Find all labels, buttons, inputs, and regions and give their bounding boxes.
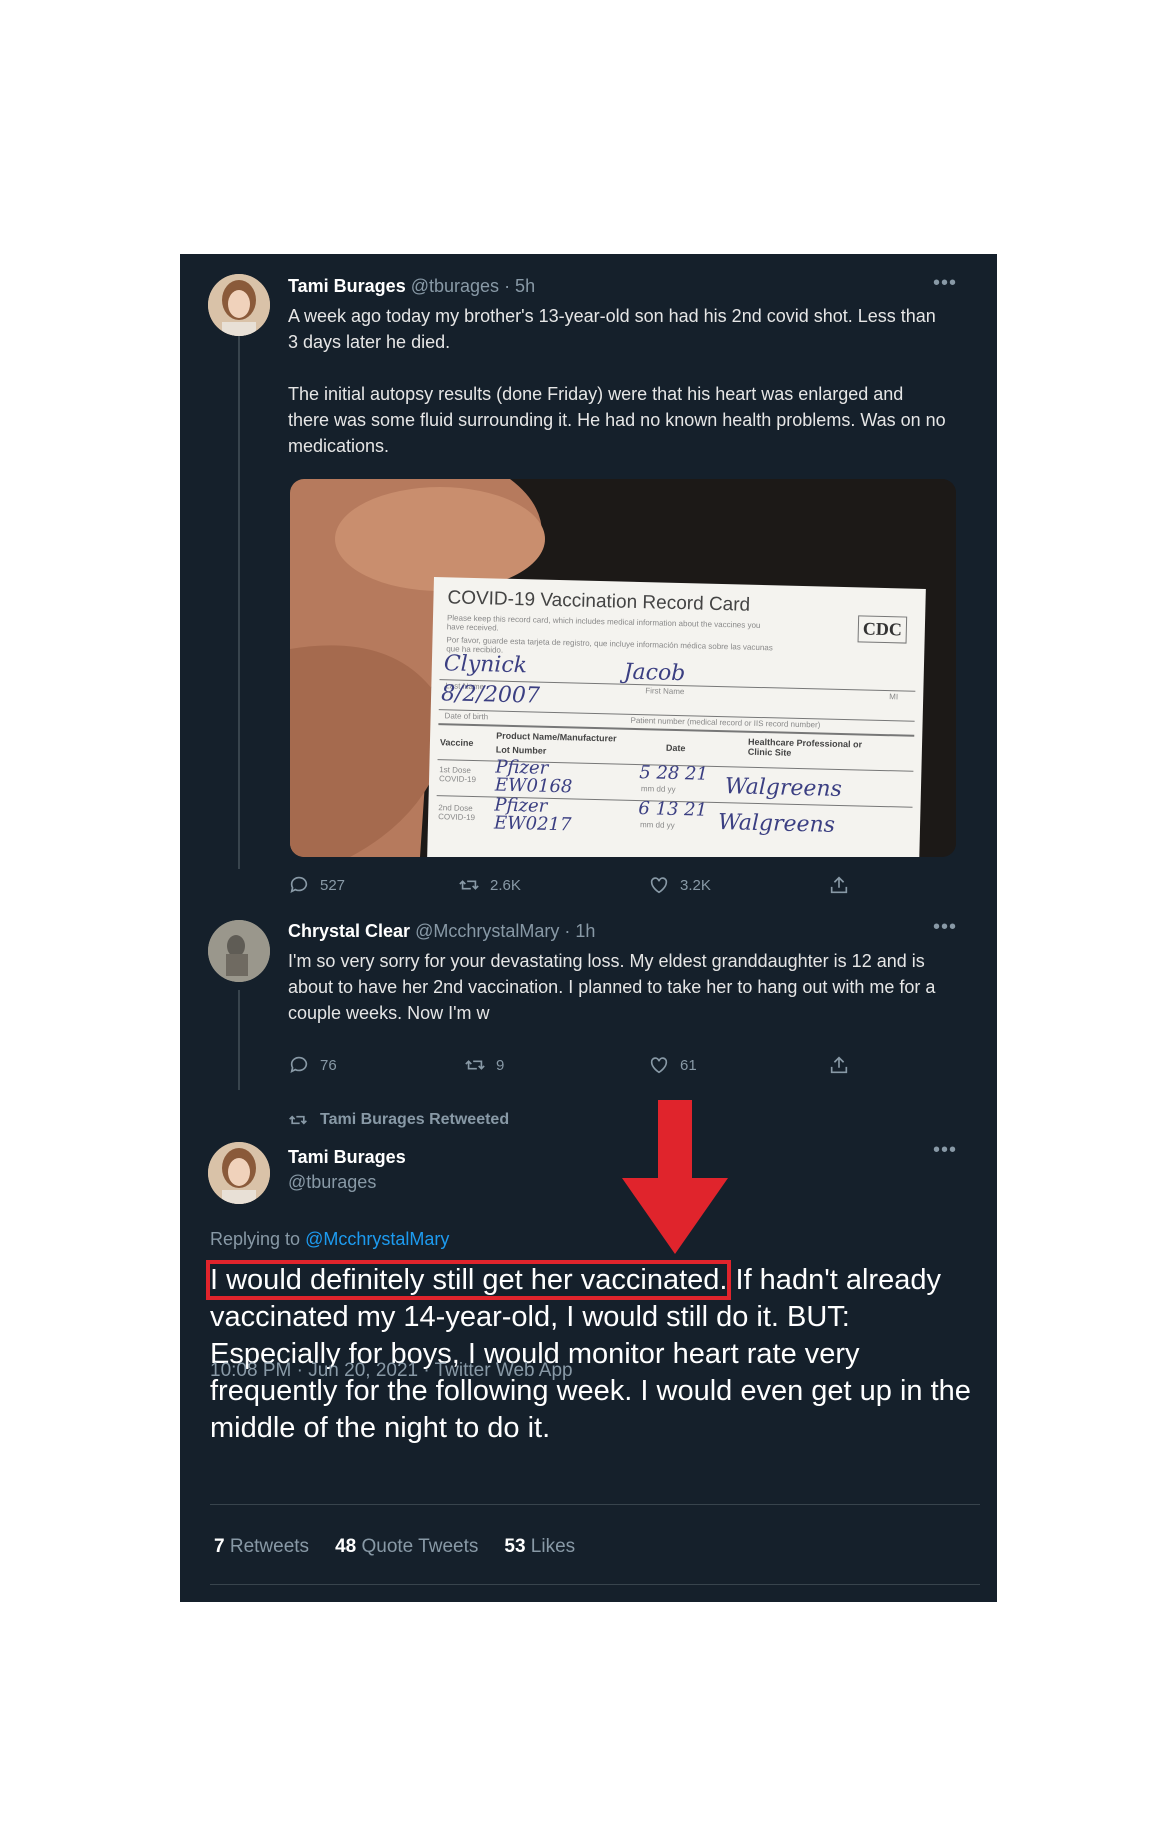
retweet-button[interactable]: 2.6K bbox=[458, 874, 521, 896]
cdc-logo: CDC bbox=[857, 615, 908, 644]
retweet-icon bbox=[465, 1060, 485, 1070]
dose1-label: 1st Dose COVID-19 bbox=[438, 765, 477, 785]
tweet-text: I'm so very sorry for your devastating l… bbox=[288, 951, 936, 1023]
display-name[interactable]: Tami Burages bbox=[288, 276, 406, 296]
quote-tweets-stat[interactable]: 48 Quote Tweets bbox=[335, 1536, 478, 1558]
user-handle[interactable]: @McchrystalMary bbox=[415, 921, 559, 941]
retweet-button[interactable]: 9 bbox=[464, 1054, 504, 1076]
tweet-photo[interactable]: COVID-19 Vaccination Record Card CDC Ple… bbox=[290, 479, 956, 857]
reply-button[interactable]: 76 bbox=[288, 1054, 337, 1076]
timestamp[interactable]: · 5h bbox=[504, 276, 535, 296]
dose2-label: 2nd Dose COVID-19 bbox=[438, 803, 476, 823]
card-title: COVID-19 Vaccination Record Card bbox=[447, 587, 751, 616]
likes-stat[interactable]: 53 Likes bbox=[504, 1536, 575, 1558]
first-name-label: First Name bbox=[645, 686, 685, 697]
arrow-down-annotation bbox=[622, 1100, 728, 1254]
dose1-site: Walgreens bbox=[724, 774, 843, 803]
retweet-count: 2.6K bbox=[490, 876, 521, 894]
retweet-icon bbox=[289, 1115, 307, 1125]
share-icon bbox=[830, 1056, 848, 1074]
like-count: 3.2K bbox=[680, 876, 711, 894]
share-icon bbox=[830, 876, 848, 894]
avatar[interactable] bbox=[208, 274, 270, 336]
retweet-icon bbox=[459, 880, 479, 890]
thread-connector bbox=[238, 990, 240, 1090]
tweet-actions: 527 2.6K 3.2K bbox=[288, 874, 868, 902]
dob-value: 8/2/2007 bbox=[440, 681, 541, 709]
retweets-stat[interactable]: 7 Retweets bbox=[214, 1536, 309, 1558]
share-button[interactable] bbox=[828, 874, 850, 896]
user-handle[interactable]: @tburages bbox=[411, 276, 499, 296]
dose2-lot: EW0217 bbox=[493, 812, 572, 836]
like-icon bbox=[650, 877, 668, 894]
tweet-actions: 76 9 61 bbox=[288, 1054, 868, 1082]
tweet-meta[interactable]: 10:08 PM · Jun 20, 2021 · Twitter Web Ap… bbox=[210, 1360, 573, 1382]
vaccination-card: COVID-19 Vaccination Record Card CDC Ple… bbox=[426, 577, 926, 857]
mi-label: MI bbox=[889, 692, 899, 702]
col-site: Healthcare Professional or Clinic Site bbox=[747, 736, 863, 758]
highlighted-sentence: I would definitely still get her vaccina… bbox=[205, 1260, 732, 1300]
tweet-text: A week ago today my brother's 13-year-ol… bbox=[288, 303, 948, 459]
display-name[interactable]: Chrystal Clear bbox=[288, 921, 410, 941]
dose2-date: 6 13 21 bbox=[638, 798, 708, 821]
avatar[interactable] bbox=[208, 920, 270, 982]
card-instructions-en: Please keep this record card, which incl… bbox=[446, 613, 761, 633]
retweet-banner-label: Tami Burages Retweeted bbox=[320, 1111, 510, 1128]
col-product: Product Name/Manufacturer bbox=[496, 730, 617, 744]
more-icon[interactable]: ••• bbox=[933, 1139, 957, 1162]
tweet-header: Chrystal Clear @McchrystalMary · 1h bbox=[288, 921, 595, 942]
like-button[interactable]: 61 bbox=[648, 1054, 697, 1076]
date-format-hint: mm dd yy bbox=[640, 784, 676, 794]
tweet-paragraph: A week ago today my brother's 13-year-ol… bbox=[288, 306, 936, 352]
first-name-value: Jacob bbox=[623, 659, 686, 687]
more-icon[interactable]: ••• bbox=[933, 916, 957, 939]
divider bbox=[210, 1504, 980, 1505]
user-handle[interactable]: @tburages bbox=[288, 1172, 376, 1193]
retweet-count: 9 bbox=[496, 1056, 505, 1074]
col-date: Date bbox=[665, 742, 686, 754]
last-name-value: Clynick bbox=[443, 651, 528, 679]
reply-icon bbox=[290, 1056, 308, 1073]
timestamp[interactable]: · 1h bbox=[564, 921, 595, 941]
thread-connector bbox=[238, 334, 240, 869]
like-icon bbox=[650, 1057, 668, 1074]
retweet-banner[interactable]: Tami Burages Retweeted bbox=[288, 1110, 509, 1130]
twitter-thread-screenshot: Tami Burages @tburages · 5h ••• A week a… bbox=[180, 254, 997, 1602]
replying-to-prefix: Replying to bbox=[210, 1229, 301, 1249]
dose1-date: 5 28 21 bbox=[639, 762, 709, 785]
tweet-paragraph: The initial autopsy results (done Friday… bbox=[288, 384, 946, 456]
replying-to: Replying to @McchrystalMary bbox=[210, 1229, 449, 1250]
replying-to-link[interactable]: @McchrystalMary bbox=[305, 1229, 449, 1249]
reply-count: 527 bbox=[320, 876, 346, 894]
share-button[interactable] bbox=[828, 1054, 850, 1076]
engagement-stats: 7 Retweets 48 Quote Tweets 53 Likes bbox=[214, 1536, 575, 1558]
divider bbox=[210, 1584, 980, 1585]
display-name[interactable]: Tami Burages bbox=[288, 1147, 406, 1168]
col-vaccine: Vaccine bbox=[439, 737, 474, 749]
like-button[interactable]: 3.2K bbox=[648, 874, 711, 896]
tweet-header: Tami Burages @tburages · 5h bbox=[288, 276, 535, 297]
col-lot: Lot Number bbox=[495, 744, 547, 756]
reply-button[interactable]: 527 bbox=[288, 874, 345, 896]
like-count: 61 bbox=[680, 1056, 697, 1074]
more-icon[interactable]: ••• bbox=[933, 272, 957, 295]
reply-count: 76 bbox=[320, 1056, 337, 1074]
dose2-site: Walgreens bbox=[717, 810, 836, 838]
date-format-hint: mm dd yy bbox=[639, 820, 675, 830]
dob-label: Date of birth bbox=[444, 711, 489, 722]
main-tweet-text: I would definitely still get her vaccina… bbox=[205, 1260, 980, 1447]
avatar[interactable] bbox=[208, 1142, 270, 1204]
reply-icon bbox=[290, 876, 308, 893]
